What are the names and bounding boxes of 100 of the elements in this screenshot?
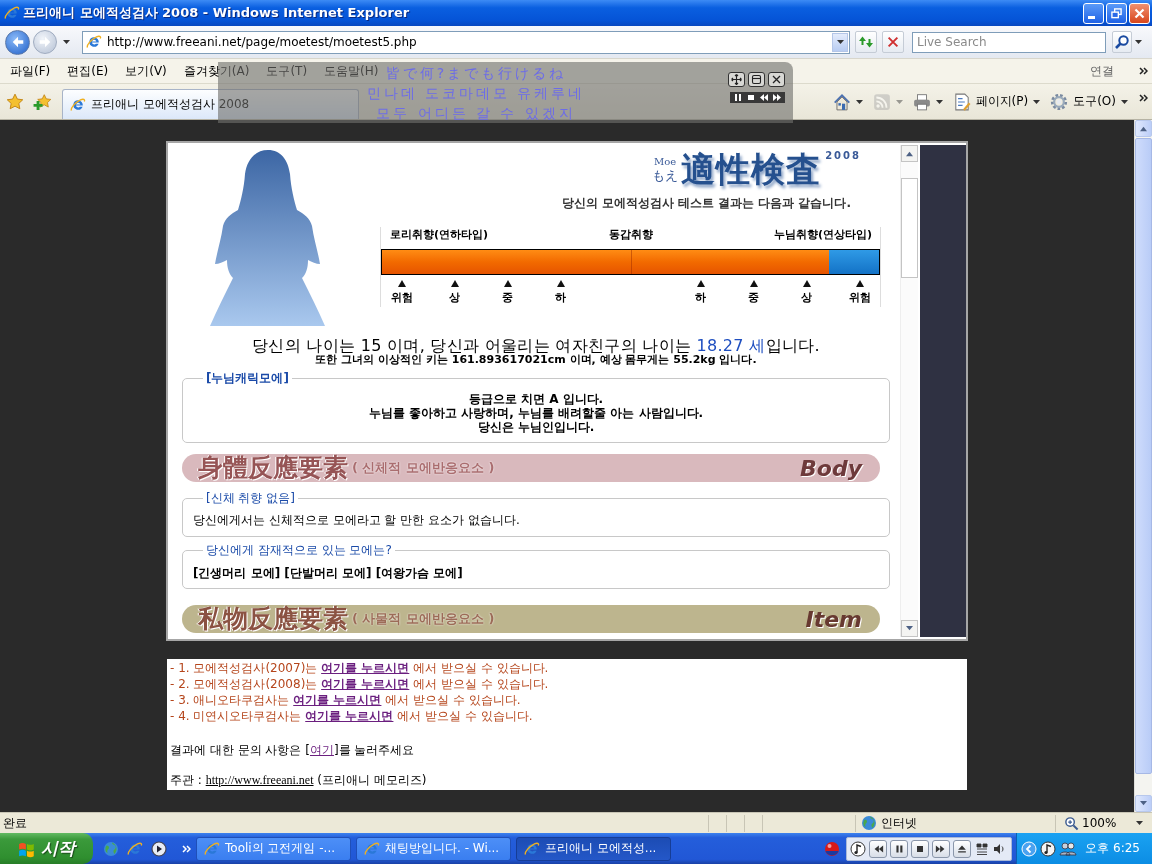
tick-label: 상 [801, 290, 812, 305]
age-result-text: 당신의 나이는 15 이며, 당신과 어울리는 여자친구의 나이는 18.27 세 입니다. [251, 336, 821, 355]
back-button[interactable] [5, 29, 30, 55]
down-arrow-icon [1139, 800, 1148, 807]
caret-icon [895, 99, 903, 104]
media-player-icon[interactable] [151, 840, 167, 857]
move-button[interactable] [728, 72, 745, 87]
tick-label: 위험 [390, 290, 413, 305]
zoom-button[interactable]: 100% [1055, 814, 1117, 832]
people-icon[interactable] [1059, 840, 1077, 857]
menu-item[interactable]: 도움말(H) [324, 62, 379, 80]
minimize-button[interactable] [1083, 2, 1104, 24]
chevron-icon [1138, 93, 1148, 102]
close-button[interactable] [768, 72, 785, 87]
pause-icon [733, 93, 743, 102]
caret-icon [1136, 821, 1143, 825]
tick-label: 중 [748, 290, 759, 305]
more-quick-launch-button[interactable] [181, 843, 191, 854]
list-icon[interactable] [976, 841, 988, 856]
restore-button[interactable] [1106, 2, 1127, 24]
window-mode-button[interactable] [748, 72, 765, 87]
scroll-down-button[interactable] [1135, 795, 1152, 812]
caret-icon [935, 99, 943, 104]
left-chevron-icon [1021, 840, 1037, 857]
pause-button[interactable] [733, 93, 743, 102]
menu-item[interactable]: 즐겨찾기(A) [183, 62, 250, 80]
ie-logo-icon[interactable] [127, 840, 143, 857]
eject-button[interactable] [953, 839, 971, 858]
add-favorite-button[interactable] [32, 91, 52, 112]
window-title: 프리애니 모에적성검사 2008 - Windows Internet Explorer [23, 4, 411, 22]
browser-tab[interactable]: 프리애니 모에적성검사 2008 [62, 89, 359, 119]
marker-icon [556, 280, 565, 287]
download-link[interactable]: 여기를 누르시면 [321, 661, 410, 675]
stop-button[interactable] [746, 93, 756, 102]
download-link[interactable]: 여기를 누르시면 [293, 693, 382, 707]
scroll-up-button[interactable] [901, 145, 918, 162]
address-bar[interactable]: http://www.freeani.net/page/moetest/moetest5.php [82, 30, 850, 54]
banner-tag: Body [800, 455, 862, 481]
menu-item[interactable]: 파일(F) [10, 62, 51, 80]
up-arrow-icon [905, 150, 914, 157]
fast-forward-button[interactable] [772, 93, 782, 102]
more-commands-button[interactable] [1138, 92, 1148, 103]
page-menu-button[interactable]: 페이지(P) [952, 89, 1041, 114]
scrollbar-thumb[interactable] [901, 178, 918, 278]
feed-icon [872, 92, 891, 111]
star-plus-icon [33, 92, 51, 111]
refresh-button[interactable] [855, 31, 877, 53]
window-icon [751, 74, 762, 85]
tools-menu-button[interactable]: 도구(O) [1050, 89, 1128, 114]
caret-icon [836, 40, 844, 44]
more-links-button[interactable] [1138, 66, 1148, 76]
menu-item[interactable]: 편집(E) [67, 62, 109, 80]
download-link[interactable]: 여기를 누르시면 [321, 677, 410, 691]
start-button[interactable]: 시작 [0, 833, 93, 864]
taskbar-button[interactable]: 프리애니 모에적성... [516, 836, 671, 861]
move-icon [731, 74, 742, 85]
next-button[interactable] [932, 839, 950, 858]
panel-text: [긴생머리 모에] [단발머리 모에] [여왕가슴 모에] [193, 566, 464, 580]
menu-item[interactable]: 보기(V) [125, 62, 167, 80]
search-button[interactable] [1112, 31, 1132, 53]
marker-icon [802, 280, 811, 287]
links-label[interactable]: 연결 [1090, 62, 1114, 80]
ie-logo-icon [524, 840, 540, 857]
close-icon [771, 74, 782, 85]
stop-button[interactable] [911, 839, 929, 858]
download-note: - 3. 애니오타쿠검사는 여기를 누르시면 에서 받으실 수 있습니다. [170, 692, 522, 708]
scroll-up-button[interactable] [1135, 120, 1152, 137]
fast-forward-icon [772, 93, 782, 102]
previous-button[interactable] [869, 839, 887, 858]
address-field[interactable]: http://www.freeani.net/page/moetest/moetest5.php [107, 32, 832, 52]
panel-text: 당신은 누님인입니다. [476, 420, 596, 434]
tick-label: 상 [449, 290, 460, 305]
search-field[interactable]: Live Search [912, 31, 1106, 53]
ie-logo-icon [70, 96, 86, 113]
music-note-icon[interactable] [850, 840, 866, 857]
rewind-button[interactable] [759, 93, 769, 102]
banner-subtitle: ( 사물적 모에반응요소 ) [352, 610, 495, 628]
ball-icon[interactable] [824, 840, 840, 857]
site-link[interactable]: http://www.freeani.net [205, 773, 314, 787]
tick-label: 하 [695, 290, 706, 305]
marker-icon [749, 280, 758, 287]
address-dropdown-button[interactable] [832, 32, 848, 52]
marker-icon [397, 280, 406, 287]
scroll-down-button[interactable] [901, 620, 918, 637]
download-link[interactable]: 여기를 누르시면 [305, 709, 394, 723]
ie-logo-icon [86, 34, 102, 50]
restore-icon [1111, 7, 1122, 19]
scale-label: 동갑취향 [609, 227, 653, 242]
intro-text: 당신의 모에적성검사 테스트 결과는 다음과 같습니다. [560, 196, 852, 211]
marker-icon [855, 280, 864, 287]
star-icon [6, 92, 24, 111]
down-arrow-icon [905, 625, 914, 632]
inquiry-link[interactable]: 여기 [309, 743, 334, 757]
caret-icon [1033, 99, 1041, 104]
music-note-icon[interactable] [1040, 840, 1056, 857]
menu-item[interactable]: 도구(T) [266, 62, 308, 80]
pause-button[interactable] [890, 839, 908, 858]
ie-logo-icon [204, 840, 220, 857]
printer-icon [912, 92, 931, 111]
caret-icon [855, 99, 863, 104]
